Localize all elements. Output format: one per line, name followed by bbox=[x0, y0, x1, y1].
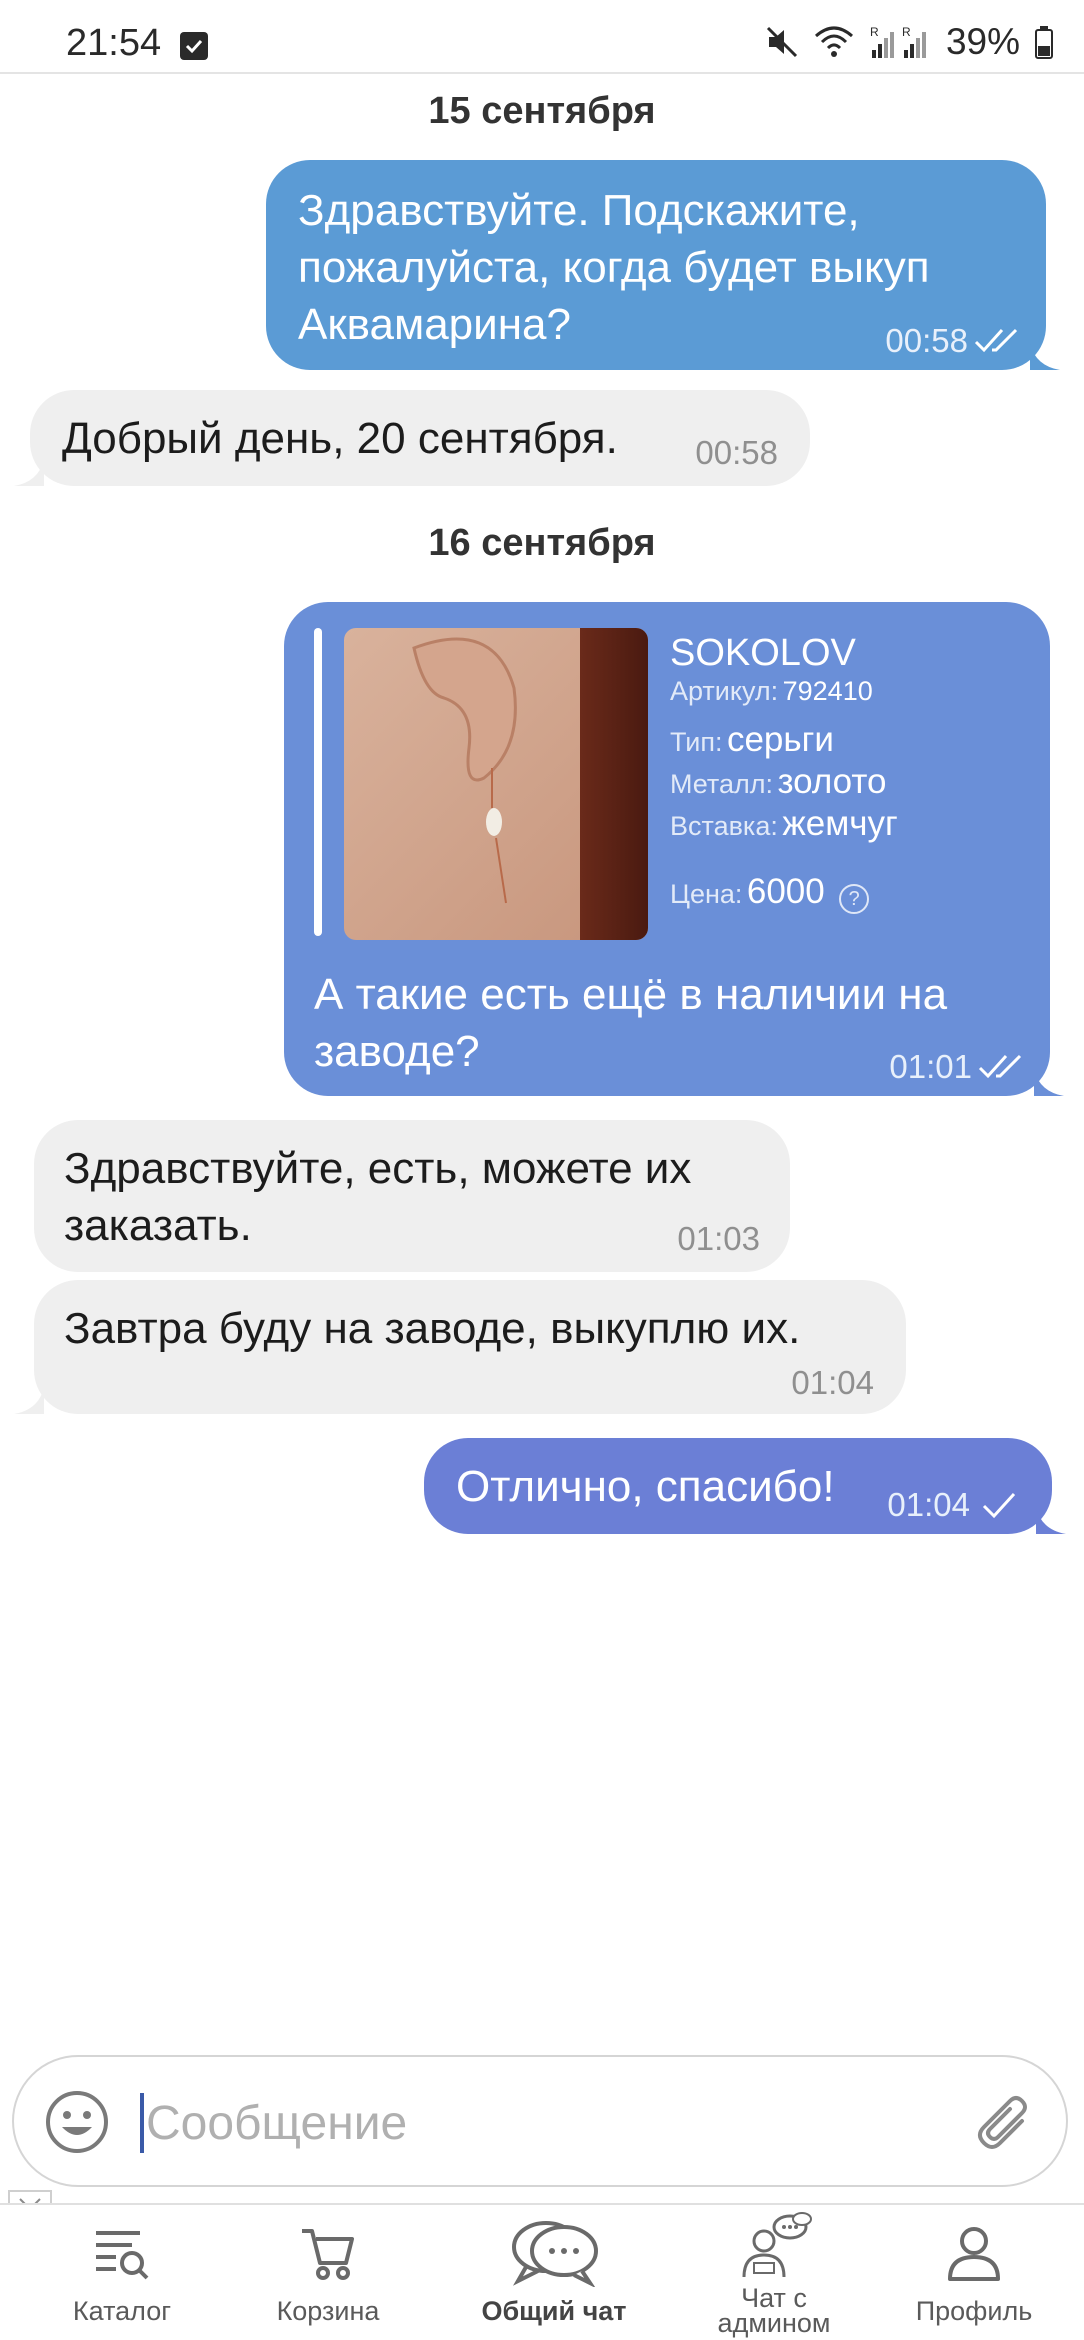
notification-check-icon bbox=[180, 32, 208, 60]
message-text: Завтра буду на заводе, выкуплю их. bbox=[64, 1304, 801, 1353]
signal-icon: R R bbox=[870, 25, 926, 58]
bubble-tail bbox=[1030, 344, 1060, 370]
date-separator: 16 сентября bbox=[428, 522, 656, 564]
incoming-message[interactable]: Здравствуйте, есть, можете их заказать. … bbox=[34, 1120, 790, 1272]
admin-chat-icon bbox=[742, 2212, 812, 2278]
message-time: 00:58 bbox=[885, 322, 968, 359]
message-text: Здравствуйте, есть, можете их заказать. bbox=[64, 1144, 692, 1250]
outgoing-product-message[interactable]: SOKOLOV Артикул: 792410 Тип: серьги Мета… bbox=[284, 602, 1064, 1096]
status-bar: 21:54 R R 39% bbox=[0, 0, 1084, 74]
product-brand: SOKOLOV bbox=[670, 632, 856, 674]
bottom-navigation: Каталог Корзина Общий чат Чат с админом … bbox=[0, 2203, 1084, 2340]
battery-icon bbox=[1035, 26, 1053, 59]
nav-cart[interactable]: Корзина bbox=[228, 2205, 428, 2340]
read-double-check-icon bbox=[978, 1054, 1022, 1079]
nav-label-line2: админом bbox=[717, 2308, 831, 2338]
help-icon[interactable]: ? bbox=[839, 883, 870, 914]
nav-label: Профиль bbox=[915, 2296, 1033, 2326]
nav-catalog[interactable]: Каталог bbox=[22, 2205, 222, 2340]
bubble-tail bbox=[1034, 1070, 1064, 1096]
message-time: 01:04 bbox=[887, 1486, 970, 1523]
message-composer bbox=[12, 2055, 1068, 2187]
incoming-message[interactable]: Добрый день, 20 сентября. 00:58 bbox=[14, 390, 810, 486]
nav-profile[interactable]: Профиль bbox=[874, 2205, 1074, 2340]
bubble-tail bbox=[14, 1388, 44, 1414]
profile-icon bbox=[948, 2227, 1000, 2281]
mute-icon bbox=[766, 26, 797, 58]
catalog-search-icon bbox=[96, 2231, 149, 2280]
svg-text:R: R bbox=[870, 25, 879, 39]
quote-bar bbox=[314, 628, 322, 936]
status-icons: R R 39% bbox=[764, 21, 1054, 62]
bubble-tail bbox=[14, 460, 44, 486]
sent-check-icon bbox=[982, 1492, 1016, 1519]
status-time: 21:54 bbox=[66, 22, 162, 64]
svg-text:R: R bbox=[902, 25, 911, 39]
product-image[interactable] bbox=[344, 628, 648, 940]
cart-icon bbox=[302, 2229, 354, 2280]
product-price: Цена: 6000 ? bbox=[670, 872, 870, 914]
nav-label: Общий чат bbox=[481, 2296, 627, 2326]
wifi-icon bbox=[814, 26, 853, 57]
outgoing-message[interactable]: Отлично, спасибо! 01:04 bbox=[424, 1438, 1066, 1534]
attachment-clip-icon[interactable] bbox=[972, 2091, 1036, 2155]
incoming-message[interactable]: Завтра буду на заводе, выкуплю их. 01:04 bbox=[14, 1280, 906, 1414]
message-time: 01:01 bbox=[889, 1048, 972, 1085]
product-type: Тип: серьги bbox=[670, 720, 834, 759]
bubble-tail bbox=[1036, 1508, 1066, 1534]
nav-label: Корзина bbox=[276, 2296, 380, 2326]
message-input[interactable] bbox=[146, 2085, 946, 2161]
chat-bubbles-icon bbox=[512, 2221, 598, 2287]
text-caret bbox=[140, 2093, 144, 2153]
nav-label: Каталог bbox=[72, 2296, 172, 2326]
date-separator: 15 сентября bbox=[428, 90, 656, 132]
message-time: 00:58 bbox=[695, 434, 778, 471]
product-article: Артикул: 792410 bbox=[670, 676, 873, 706]
nav-admin-chat[interactable]: Чат с админом bbox=[674, 2205, 874, 2340]
product-metal: Металл: золото bbox=[670, 762, 887, 801]
emoji-icon[interactable] bbox=[44, 2089, 110, 2155]
message-time: 01:04 bbox=[791, 1364, 874, 1401]
message-time: 01:03 bbox=[677, 1220, 760, 1257]
nav-general-chat[interactable]: Общий чат bbox=[454, 2205, 654, 2340]
outgoing-message[interactable]: Здравствуйте. Подскажите, пожалуйста, ко… bbox=[266, 160, 1060, 370]
message-text: Отлично, спасибо! bbox=[456, 1462, 835, 1511]
product-insert: Вставка: жемчуг bbox=[670, 804, 898, 843]
read-double-check-icon bbox=[974, 328, 1018, 353]
battery-percent: 39% bbox=[945, 21, 1020, 62]
message-text: Добрый день, 20 сентября. bbox=[62, 414, 618, 463]
